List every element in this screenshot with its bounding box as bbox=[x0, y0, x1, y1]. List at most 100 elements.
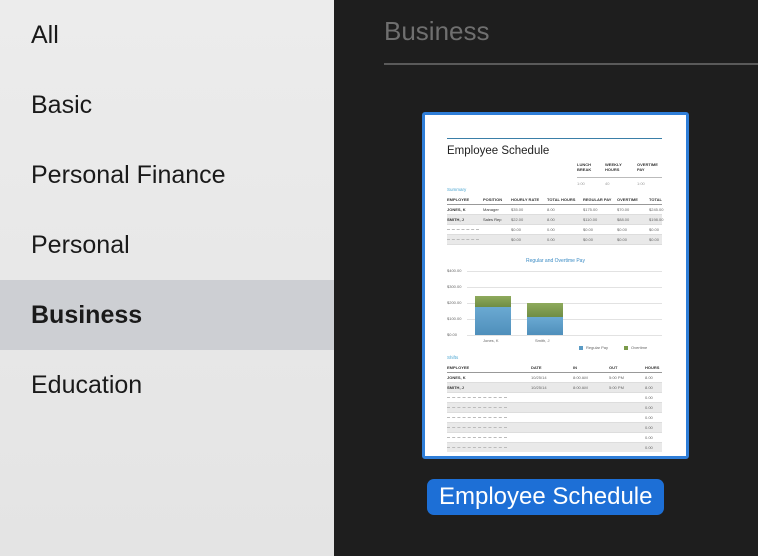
preview-shifts-cell: JONES, K bbox=[447, 375, 466, 380]
preview-summary-tag: Summary bbox=[447, 187, 467, 192]
preview-summary-value: 1:00 bbox=[637, 181, 645, 186]
preview-empty-cell-rule bbox=[447, 447, 507, 448]
preview-shifts-column-header: EMPLOYEE bbox=[447, 365, 470, 370]
sidebar-item-personal[interactable]: Personal bbox=[0, 210, 334, 280]
legend-label: Overtime bbox=[631, 345, 648, 350]
preview-empty-cell-rule bbox=[447, 417, 507, 418]
preview-table-cell: $22.00 bbox=[511, 217, 524, 222]
preview-column-header: OVERTIME bbox=[617, 197, 638, 202]
preview-chart-y-tick: $400.00 bbox=[447, 268, 462, 273]
preview-shifts-cell: 8.00 bbox=[645, 385, 653, 390]
preview-shifts-column-header: HOURS bbox=[645, 365, 660, 370]
preview-shifts-cell: 0.00 bbox=[645, 395, 653, 400]
preview-chart-bar-regular-pay bbox=[527, 317, 563, 335]
preview-empty-cell-rule bbox=[447, 407, 507, 408]
preview-table-cell: 8.00 bbox=[547, 207, 555, 212]
preview-title: Employee Schedule bbox=[447, 145, 550, 157]
preview-chart-x-label: Jones, K bbox=[483, 338, 499, 343]
preview-chart-y-tick: $100.00 bbox=[447, 316, 462, 321]
preview-chart-legend-item: Regular Pay bbox=[579, 345, 608, 350]
preview-empty-cell-rule bbox=[447, 239, 479, 240]
preview-shifts-cell: 0.00 bbox=[645, 445, 653, 450]
template-preview: Employee Schedule LUNCH BREAK 1:00 WEEKLY … bbox=[429, 119, 682, 452]
preview-table-row: $0.00 0.00 $0.00 $0.00 $0.00 bbox=[447, 235, 662, 245]
preview-shifts-column-header: DATE bbox=[531, 365, 542, 370]
preview-chart-y-tick: $300.00 bbox=[447, 284, 462, 289]
preview-empty-cell-rule bbox=[447, 229, 479, 230]
preview-shifts-cell: 8:00 AM bbox=[573, 385, 588, 390]
preview-shifts-cell: 0.00 bbox=[645, 405, 653, 410]
preview-table-header: EMPLOYEE POSITION HOURLY RATE TOTAL HOURS RE… bbox=[447, 195, 662, 205]
preview-table-cell: $70.00 bbox=[617, 207, 630, 212]
preview-chart-y-tick: $200.00 bbox=[447, 300, 462, 305]
preview-chart-x-label: Smith, J bbox=[535, 338, 550, 343]
preview-table-cell: $198.00 bbox=[649, 217, 664, 222]
preview-summary-rule bbox=[577, 177, 662, 178]
preview-shifts-cell: SMITH, J bbox=[447, 385, 464, 390]
preview-shifts-row: JONES, K 10/25/14 8:00 AM 5:00 PM 8.00 bbox=[447, 373, 662, 383]
preview-column-header: TOTAL HOURS bbox=[547, 197, 576, 202]
preview-shifts-tag: Shifts bbox=[447, 355, 459, 360]
sidebar-item-basic[interactable]: Basic bbox=[0, 70, 334, 140]
preview-chart-gridline bbox=[467, 271, 662, 272]
template-thumbnail-employee-schedule[interactable]: Employee Schedule LUNCH BREAK 1:00 WEEKLY … bbox=[422, 112, 689, 459]
preview-table-cell: $0.00 bbox=[583, 237, 594, 242]
preview-chart-gridline bbox=[467, 335, 662, 336]
preview-column-header: EMPLOYEE bbox=[447, 197, 470, 202]
section-title: Business bbox=[384, 16, 490, 46]
preview-table-cell: $0.00 bbox=[649, 227, 660, 232]
preview-shifts-row: 0.00 bbox=[447, 403, 662, 413]
preview-shifts-cell: 0.00 bbox=[645, 415, 653, 420]
preview-summary-value: 1:00 bbox=[577, 181, 585, 186]
preview-shifts-cell: 8.00 bbox=[645, 375, 653, 380]
preview-table-row: JONES, K Manager $35.00 8.00 $175.00 $70.00 $2… bbox=[447, 205, 663, 215]
preview-shifts-row: 0.00 bbox=[447, 433, 662, 443]
legend-swatch bbox=[624, 345, 628, 350]
sidebar-item-all[interactable]: All bbox=[0, 0, 334, 70]
preview-shifts-row: 0.00 bbox=[447, 413, 662, 423]
section-divider bbox=[384, 63, 758, 65]
preview-table-cell: $0.00 bbox=[617, 227, 628, 232]
preview-shifts-cell: 10/25/14 bbox=[531, 375, 547, 380]
preview-table-cell: $88.00 bbox=[617, 217, 630, 222]
preview-empty-cell-rule bbox=[447, 427, 507, 428]
preview-table-cell: $0.00 bbox=[511, 237, 522, 242]
sidebar-item-personal-finance[interactable]: Personal Finance bbox=[0, 140, 334, 210]
legend-label: Regular Pay bbox=[586, 345, 609, 350]
template-name-label[interactable]: Employee Schedule bbox=[427, 479, 665, 515]
preview-table-cell: JONES, K bbox=[447, 207, 466, 212]
preview-table-row: SMITH, J Sales Rep $22.00 8.00 $110.00 $88.00… bbox=[447, 215, 664, 225]
preview-chart-bar-overtime bbox=[475, 295, 511, 307]
preview-table-row: $0.00 0.00 $0.00 $0.00 $0.00 bbox=[447, 225, 662, 235]
preview-chart-bar-overtime bbox=[527, 303, 563, 318]
preview-column-header: REGULAR PAY bbox=[583, 197, 612, 202]
preview-summary-value: 40 bbox=[605, 181, 610, 186]
preview-shifts-cell: 8:00 AM bbox=[573, 375, 588, 380]
preview-table-cell: Sales Rep bbox=[483, 217, 502, 222]
preview-table-cell: $35.00 bbox=[511, 207, 524, 212]
preview-shifts-table: EMPLOYEE DATE IN OUT HOURS JONES, K 10/25/14 8:… bbox=[447, 363, 662, 452]
preview-table-cell: SMITH, J bbox=[447, 217, 464, 222]
preview-chart-bar-regular-pay bbox=[475, 307, 511, 335]
preview-empty-cell-rule bbox=[447, 437, 507, 438]
template-gallery: Business Employee Schedule LUNCH BREAK 1:… bbox=[334, 0, 758, 556]
category-sidebar: All Basic Personal Finance Personal Business… bbox=[0, 0, 334, 556]
preview-summary-header: WEEKLY HOURS bbox=[605, 162, 622, 172]
preview-chart-gridline bbox=[467, 287, 662, 288]
preview-table-cell: $0.00 bbox=[617, 237, 628, 242]
preview-shifts-cell: 0.00 bbox=[645, 435, 653, 440]
preview-shifts-row: 0.00 bbox=[447, 423, 662, 433]
sidebar-item-business[interactable]: Business bbox=[0, 280, 334, 350]
preview-table-cell: $0.00 bbox=[511, 227, 522, 232]
preview-shifts-row: 0.00 bbox=[447, 443, 662, 452]
sidebar-item-education[interactable]: Education bbox=[0, 350, 334, 420]
preview-shifts-row: 0.00 bbox=[447, 393, 662, 403]
preview-table-cell: Manager bbox=[483, 207, 499, 212]
preview-shifts-header: EMPLOYEE DATE IN OUT HOURS bbox=[447, 363, 662, 373]
preview-shifts-row: SMITH, J 10/25/14 8:00 AM 5:00 PM 8.00 bbox=[447, 383, 662, 393]
preview-column-header: HOURLY RATE bbox=[511, 197, 540, 202]
preview-summary-header: OVERTIME PAY bbox=[637, 162, 658, 172]
preview-column-header: TOTAL bbox=[649, 197, 662, 202]
preview-summary-header: LUNCH BREAK bbox=[577, 162, 592, 172]
preview-table-cell: $0.00 bbox=[649, 237, 660, 242]
